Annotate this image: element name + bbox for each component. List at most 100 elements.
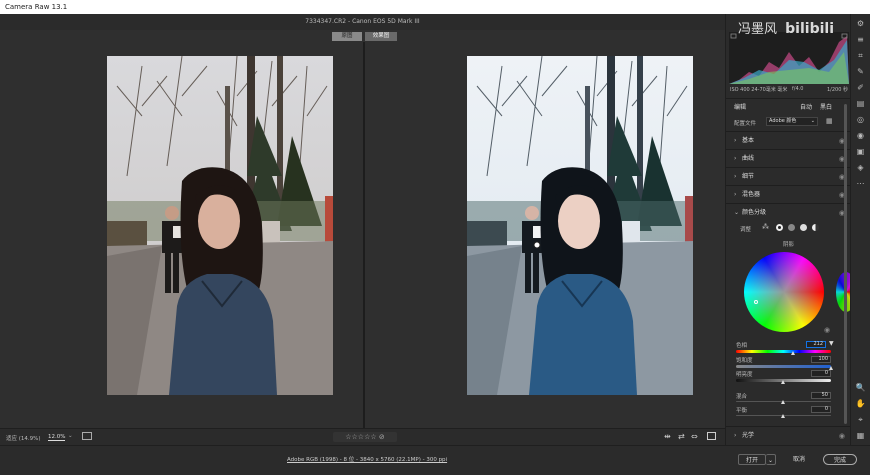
adjust-label: 调整 (740, 227, 752, 233)
cancel-button[interactable]: 取消 (784, 454, 814, 465)
wheel-label: 阴影 (782, 242, 794, 248)
zoom-dropdown-icon[interactable]: ⌄ (68, 433, 73, 439)
radial-filter-icon[interactable]: ◎ (855, 114, 866, 125)
grading-adjust-row: 调整 ⁂ (726, 222, 851, 234)
hand-icon[interactable]: ✋ (855, 398, 866, 409)
section-detail[interactable]: › 细节 ◉ (726, 167, 851, 185)
after-photo[interactable] (467, 56, 693, 395)
bilibili-logo: bilibili (785, 21, 834, 37)
red-eye-icon[interactable]: ◉ (855, 130, 866, 141)
crop-icon[interactable]: ⌗ (855, 50, 866, 61)
blending-value[interactable]: 50 (811, 392, 831, 399)
shadows-wheel-icon[interactable] (776, 224, 783, 231)
edit-sliders-icon[interactable]: ≡ (855, 34, 866, 45)
panel-scrollbar[interactable] (844, 104, 847, 424)
file-info: 7334347.CR2 - Canon EOS 5D Mark III (305, 18, 420, 25)
eyedropper-icon[interactable]: ⌖ (855, 414, 866, 425)
global-wheel-icon[interactable] (812, 224, 819, 231)
saturation-slider[interactable] (736, 365, 831, 368)
filmstrip-icon[interactable] (82, 432, 92, 440)
section-color-grading-label: 颜色分级 (742, 209, 767, 216)
watermark-text: 冯墨风 (738, 22, 778, 37)
reject-icon[interactable]: ⊘ (379, 433, 385, 441)
camera-info-mid: f/4.0 (792, 86, 804, 92)
eye-icon[interactable]: ◉ (824, 326, 830, 334)
zoom-icon[interactable]: 🔍 (855, 382, 866, 393)
presets-icon[interactable]: ▣ (855, 146, 866, 157)
profile-select[interactable]: Adobe 颜色 ⌄ (766, 117, 818, 126)
section-basic-label: 基本 (742, 137, 755, 144)
done-button[interactable]: 完成 (823, 454, 857, 465)
saturation-row: 饱和度 100 (726, 356, 851, 370)
profile-browser-icon[interactable]: ▦ (826, 117, 833, 125)
wheel-handle[interactable] (754, 300, 758, 304)
brush-icon[interactable]: ✐ (855, 82, 866, 93)
graduated-filter-icon[interactable]: ▤ (855, 98, 866, 109)
camera-info: ISO 400 24-70毫米 毫米 f/4.0 1/200 秒 (730, 86, 848, 93)
section-curve[interactable]: › 曲线 ◉ (726, 149, 851, 167)
section-color-grading[interactable]: ⌄ 颜色分级 ◉ (726, 203, 851, 221)
app-title: Camera Raw 13.1 (5, 3, 68, 11)
before-after-left-right-icon[interactable]: ⇹ (664, 432, 671, 441)
settings-icon[interactable]: ⚙ (855, 18, 866, 29)
swap-icon[interactable]: ⇄ (678, 432, 685, 441)
highlights-wheel-icon[interactable] (800, 224, 807, 231)
file-info-bar: 7334347.CR2 - Canon EOS 5D Mark III (0, 14, 725, 30)
section-mixer[interactable]: › 混色器 ◉ (726, 185, 851, 203)
right-panel: 冯墨风 bilibili ISO 400 24-70毫米 毫米 f/4.0 1/… (725, 14, 856, 445)
section-optics-label: 光学 (742, 432, 755, 439)
snapshots-icon[interactable]: ◈ (855, 162, 866, 173)
color-wheel[interactable] (744, 252, 824, 332)
balance-slider-thumb[interactable] (781, 414, 785, 418)
healing-icon[interactable]: ✎ (855, 66, 866, 77)
blending-slider-thumb[interactable] (781, 400, 785, 404)
after-label[interactable]: 效果图 (365, 32, 397, 41)
cancel-button-label: 取消 (792, 456, 805, 463)
split-divider[interactable] (363, 42, 365, 428)
hue-slider[interactable] (736, 350, 831, 353)
star-rating[interactable]: ☆☆☆☆☆ ⊘ (333, 432, 397, 442)
workflow-options-link[interactable]: Adobe RGB (1998) - 8 位 - 3840 x 5760 (22… (287, 455, 447, 463)
chevron-down-icon: ⌄ (767, 457, 774, 464)
hue-label: 色相 (736, 343, 748, 349)
section-optics[interactable]: › 光学 ◉ (726, 426, 851, 444)
chevron-right-icon: › (734, 191, 737, 198)
camera-info-left: ISO 400 24-70毫米 毫米 (730, 87, 788, 93)
before-photo[interactable] (107, 56, 333, 395)
more-icon[interactable]: ⋯ (855, 178, 866, 189)
open-button[interactable]: 打开 (738, 454, 766, 465)
star-5-icon[interactable]: ☆ (370, 433, 376, 441)
copy-settings-icon[interactable]: ⇔ (691, 432, 698, 441)
chevron-right-icon: › (734, 432, 737, 439)
fit-zoom-label[interactable]: 适应 (14.9%) (6, 434, 41, 442)
blending-label: 混合 (736, 394, 748, 400)
toggle-view-icon[interactable] (707, 432, 716, 440)
luminance-value[interactable]: 0 (811, 370, 831, 377)
black-white-button[interactable]: 黑白 (820, 102, 832, 111)
eye-icon[interactable]: ◉ (839, 427, 845, 445)
open-options-dropdown[interactable]: ⌄ (766, 454, 776, 465)
app-title-bar: Camera Raw 13.1 (0, 0, 870, 14)
hue-slider-thumb[interactable] (791, 351, 795, 355)
balance-value[interactable]: 0 (811, 406, 831, 413)
section-basic[interactable]: › 基本 ◉ (726, 131, 851, 149)
auto-button[interactable]: 自动 (800, 102, 812, 111)
grid-icon[interactable]: ▦ (855, 430, 866, 441)
hue-value[interactable]: 212 (806, 341, 826, 348)
blending-row: 混合 50 (726, 392, 851, 406)
hue-row: 色相 212 ▼ (726, 340, 851, 355)
three-way-icon[interactable]: ⁂ (762, 223, 769, 231)
balance-row: 平衡 0 (726, 406, 851, 420)
luminance-row: 明亮度 0 (726, 370, 851, 384)
status-bar: Adobe RGB (1998) - 8 位 - 3840 x 5760 (22… (0, 445, 870, 475)
watermark: 冯墨风 bilibili (738, 18, 834, 37)
chevron-down-icon: ⌄ (810, 118, 815, 124)
chevron-down-icon: ⌄ (734, 209, 740, 216)
saturation-value[interactable]: 100 (811, 356, 831, 363)
zoom-value[interactable]: 12.0% (48, 434, 66, 441)
before-label[interactable]: 原图 (332, 32, 362, 41)
midtones-wheel-icon[interactable] (788, 224, 795, 231)
collapse-triangle-icon[interactable]: ▼ (829, 340, 834, 347)
luminance-slider-thumb[interactable] (781, 380, 785, 384)
section-detail-label: 细节 (742, 173, 755, 180)
